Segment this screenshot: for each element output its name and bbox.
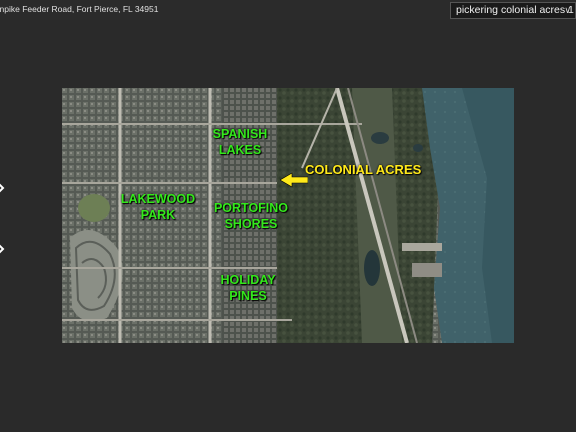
top-bar: urnpike Feeder Road, Fort Pierce, FL 349…	[0, 0, 576, 20]
label-lakewood-park-line1: LAKEWOOD	[120, 192, 196, 206]
label-lakewood-park: LAKEWOOD PARK	[108, 191, 208, 223]
label-spanish-lakes-line1: SPANISH	[212, 127, 268, 141]
label-holiday-pines-line1: HOLIDAY	[220, 273, 276, 287]
dropdown-value: pickering colonial acres 1	[456, 4, 574, 16]
label-colonial-acres: COLONIAL ACRES	[305, 162, 422, 177]
arrow-left-icon	[280, 172, 308, 188]
chevron-down-icon: ∨	[564, 5, 571, 15]
label-holiday-pines-line2: PINES	[229, 289, 267, 303]
label-portofino-shores-line1: PORTOFINO	[213, 201, 289, 215]
label-spanish-lakes: SPANISH LAKES	[200, 126, 280, 158]
photo-select-dropdown[interactable]: pickering colonial acres 1 ∨	[450, 2, 576, 19]
label-spanish-lakes-line2: LAKES	[218, 143, 262, 157]
label-portofino-shores: PORTOFINO SHORES	[201, 200, 301, 232]
label-holiday-pines: HOLIDAY PINES	[198, 272, 298, 304]
chevron-left-icon[interactable]	[0, 243, 5, 255]
chevron-left-icon[interactable]	[0, 182, 5, 194]
label-portofino-shores-line2: SHORES	[224, 217, 278, 231]
address-text: urnpike Feeder Road, Fort Pierce, FL 349…	[0, 4, 159, 14]
label-lakewood-park-line2: PARK	[140, 208, 176, 222]
